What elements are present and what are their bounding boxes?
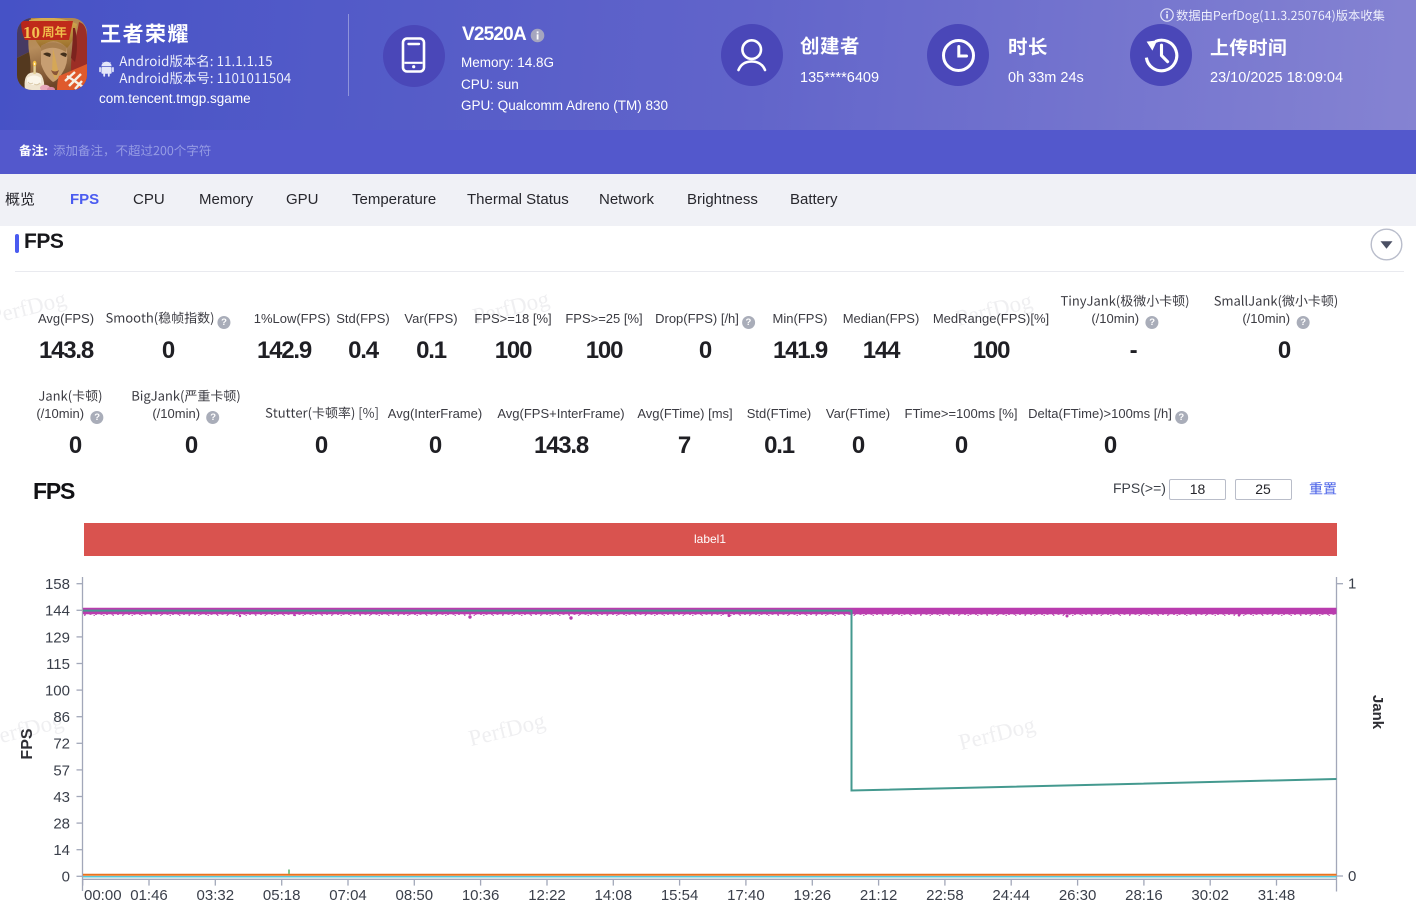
svg-text:17:40: 17:40 — [727, 887, 765, 904]
svg-text:31:48: 31:48 — [1258, 887, 1296, 904]
svg-text:100: 100 — [45, 683, 70, 700]
svg-text:86: 86 — [53, 709, 70, 726]
svg-text:129: 129 — [45, 629, 70, 646]
svg-text:15:54: 15:54 — [661, 887, 699, 904]
svg-text:158: 158 — [45, 576, 70, 593]
svg-text:12:22: 12:22 — [528, 887, 566, 904]
svg-text:14: 14 — [53, 842, 70, 859]
svg-text:72: 72 — [53, 736, 70, 753]
svg-text:28:16: 28:16 — [1125, 887, 1163, 904]
svg-text:10:36: 10:36 — [462, 887, 500, 904]
svg-text:30:02: 30:02 — [1191, 887, 1229, 904]
svg-text:00:00: 00:00 — [84, 887, 122, 904]
svg-text:28: 28 — [53, 816, 70, 833]
svg-text:10: 10 — [23, 23, 40, 42]
svg-text:26:30: 26:30 — [1059, 887, 1097, 904]
svg-text:24:44: 24:44 — [992, 887, 1030, 904]
svg-text:0: 0 — [1348, 868, 1356, 885]
svg-text:22:58: 22:58 — [926, 887, 964, 904]
svg-text:FPS: FPS — [19, 728, 36, 759]
svg-text:Jank: Jank — [1369, 695, 1386, 730]
svg-text:1: 1 — [1348, 576, 1356, 593]
svg-text:57: 57 — [53, 762, 70, 779]
svg-text:07:04: 07:04 — [329, 887, 367, 904]
svg-text:03:32: 03:32 — [197, 887, 235, 904]
svg-text:08:50: 08:50 — [396, 887, 434, 904]
svg-text:144: 144 — [45, 603, 70, 620]
svg-text:01:46: 01:46 — [130, 887, 168, 904]
svg-text:115: 115 — [46, 656, 70, 673]
svg-text:0: 0 — [62, 869, 70, 886]
svg-text:43: 43 — [53, 789, 70, 806]
svg-text:05:18: 05:18 — [263, 887, 301, 904]
svg-text:21:12: 21:12 — [860, 887, 898, 904]
svg-text:19:26: 19:26 — [794, 887, 832, 904]
svg-text:14:08: 14:08 — [595, 887, 633, 904]
